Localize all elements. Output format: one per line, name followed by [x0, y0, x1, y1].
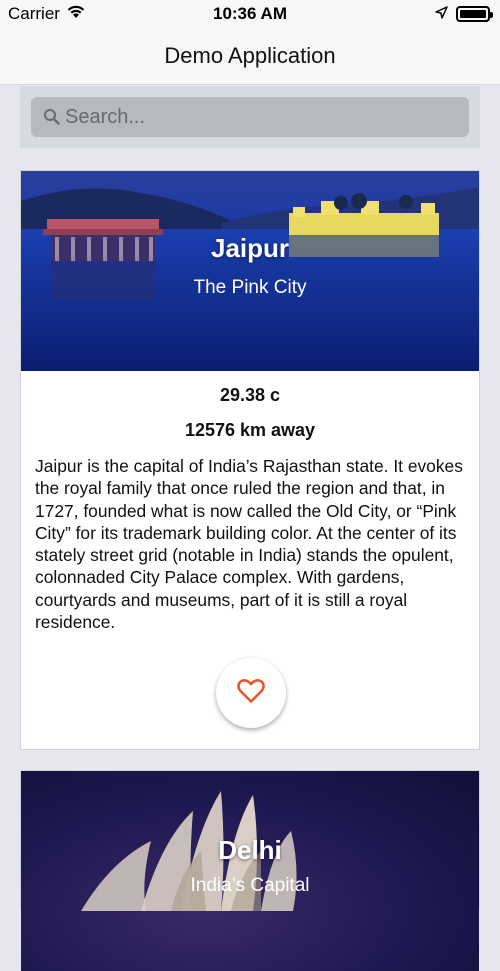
city-tagline: India’s Capital	[190, 875, 310, 896]
search-icon	[43, 107, 63, 127]
city-name: Delhi	[218, 835, 282, 865]
delhi-photo	[81, 791, 297, 911]
battery-icon	[456, 6, 493, 22]
city-hero-image: Delhi India’s Capital	[21, 771, 479, 971]
heart-outline-icon	[237, 678, 265, 709]
city-distance: 12576 km away	[184, 420, 316, 440]
city-card-delhi[interactable]: Delhi India’s Capital	[20, 770, 480, 971]
jaipur-photo	[21, 171, 479, 371]
status-time: 10:36 AM	[212, 4, 287, 23]
page-title: Demo Application	[164, 43, 336, 68]
status-bar: Carrier 10:36 AM	[0, 0, 500, 28]
city-name: Jaipur	[210, 233, 290, 263]
city-card-jaipur[interactable]: Jaipur The Pink City 29.38 c 12576 km aw…	[20, 170, 480, 750]
status-right	[435, 4, 493, 24]
location-arrow-icon	[435, 4, 448, 24]
search-bar	[20, 86, 480, 148]
city-tagline: The Pink City	[193, 277, 307, 298]
search-box[interactable]	[31, 97, 469, 137]
city-description: Jaipur is the capital of India’s Rajasth…	[35, 456, 463, 633]
favorite-button[interactable]	[216, 658, 286, 728]
search-input[interactable]	[65, 105, 445, 129]
city-hero-image: Jaipur The Pink City	[21, 171, 479, 371]
navigation-bar: Demo Application	[0, 28, 500, 85]
city-temperature: 29.38 c	[219, 385, 281, 405]
